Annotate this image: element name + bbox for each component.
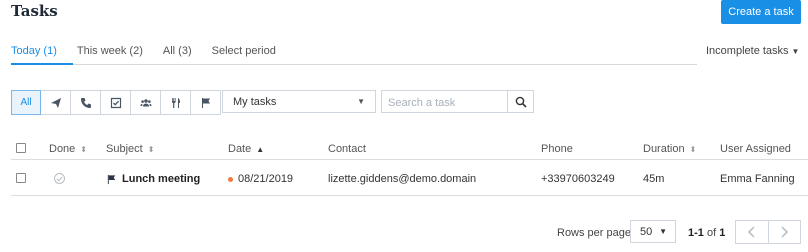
rows-per-page-select[interactable]: 50 ▼: [630, 220, 676, 243]
pagination-range: 1-1 of 1: [688, 227, 725, 239]
tab-select-period[interactable]: Select period: [212, 41, 276, 65]
task-type-filter: All: [11, 90, 221, 115]
flag-icon: [201, 97, 210, 108]
chevron-left-icon: [747, 226, 755, 238]
filter-lunch-button[interactable]: [160, 90, 191, 115]
search-input[interactable]: [386, 92, 508, 113]
done-toggle[interactable]: [54, 173, 65, 184]
checkbox-box: [16, 143, 26, 153]
checkbox-icon: [110, 97, 121, 108]
task-date-cell: 08/21/2019: [228, 173, 293, 185]
column-header-user-assigned: User Assigned: [720, 143, 791, 155]
column-header-label: Subject: [106, 143, 143, 155]
task-duration: 45m: [643, 173, 665, 185]
task-user-assigned: Emma Fanning: [720, 173, 795, 185]
task-subject: Lunch meeting: [122, 173, 201, 185]
column-header-date[interactable]: Date ▲: [228, 143, 264, 155]
column-header-label: User Assigned: [720, 143, 791, 155]
tabs-divider: [11, 64, 697, 65]
column-header-duration[interactable]: Duration ⬍: [643, 143, 696, 155]
range-total: 1: [719, 227, 726, 239]
flag-icon: [107, 174, 116, 184]
task-phone[interactable]: +33970603249: [541, 173, 615, 185]
pagination-controls: [735, 220, 801, 244]
sort-icon: ⬍: [147, 144, 155, 154]
owner-select[interactable]: My tasks ▼: [222, 90, 376, 113]
filter-all-button[interactable]: All: [11, 90, 41, 115]
filter-deadline-button[interactable]: [190, 90, 221, 115]
active-tab-indicator: [11, 63, 73, 65]
checkbox-box: [16, 173, 26, 183]
select-all-checkbox[interactable]: [16, 143, 26, 153]
column-header-phone: Phone: [541, 143, 573, 155]
caret-down-icon: ▼: [659, 227, 667, 236]
people-icon: [139, 98, 152, 106]
task-subject-link[interactable]: Lunch meeting: [106, 173, 200, 185]
period-tabs: Today (1) This week (2) All (3) Select p…: [11, 41, 296, 65]
column-header-label: Phone: [541, 143, 573, 155]
fork-knife-icon: [171, 97, 180, 108]
column-header-label: Date: [228, 143, 252, 155]
tab-all[interactable]: All (3): [163, 41, 192, 65]
table-header-divider: [11, 159, 808, 160]
sort-icon: ⬍: [689, 144, 697, 154]
page-title: Tasks: [11, 2, 58, 20]
create-task-button[interactable]: Create a task: [721, 0, 801, 24]
status-filter-dropdown[interactable]: Incomplete tasks ▼: [706, 45, 799, 57]
row-checkbox[interactable]: [16, 173, 26, 183]
search-button[interactable]: [507, 90, 534, 113]
caret-down-icon: ▼: [791, 47, 800, 56]
range-value: 1-1: [688, 227, 704, 239]
filter-todo-button[interactable]: [100, 90, 131, 115]
filter-meeting-button[interactable]: [130, 90, 161, 115]
sort-ascending-icon: ▲: [256, 144, 265, 154]
next-page-button[interactable]: [767, 221, 801, 243]
rows-per-page-value: 50: [640, 225, 653, 238]
caret-down-icon: ▼: [357, 97, 365, 106]
column-header-contact: Contact: [328, 143, 366, 155]
filter-call-button[interactable]: [70, 90, 101, 115]
search-icon: [515, 96, 527, 108]
chevron-right-icon: [781, 226, 789, 238]
column-header-label: Contact: [328, 143, 366, 155]
status-filter-label: Incomplete tasks: [706, 45, 789, 57]
task-date: 08/21/2019: [238, 173, 294, 185]
column-header-label: Done: [49, 143, 76, 155]
previous-page-button[interactable]: [736, 221, 768, 243]
phone-icon: [80, 97, 91, 108]
table-row-divider: [11, 195, 808, 196]
sort-icon: ⬍: [80, 144, 87, 154]
owner-select-value: My tasks: [233, 95, 277, 108]
tab-this-week[interactable]: This week (2): [77, 41, 143, 65]
overdue-status-dot: [228, 176, 233, 182]
search-field[interactable]: [381, 90, 508, 113]
tab-today[interactable]: Today (1): [11, 41, 57, 65]
column-header-label: Duration: [643, 143, 685, 155]
filter-email-button[interactable]: [40, 90, 71, 115]
task-contact[interactable]: lizette.giddens@demo.domain: [328, 173, 476, 185]
range-of-label: of: [706, 227, 717, 239]
check-circle-icon: [54, 173, 65, 184]
paper-plane-icon: [50, 97, 61, 108]
column-header-subject[interactable]: Subject ⬍: [106, 143, 154, 155]
rows-per-page-label: Rows per page: [557, 227, 631, 239]
column-header-done[interactable]: Done ⬍: [49, 143, 87, 155]
